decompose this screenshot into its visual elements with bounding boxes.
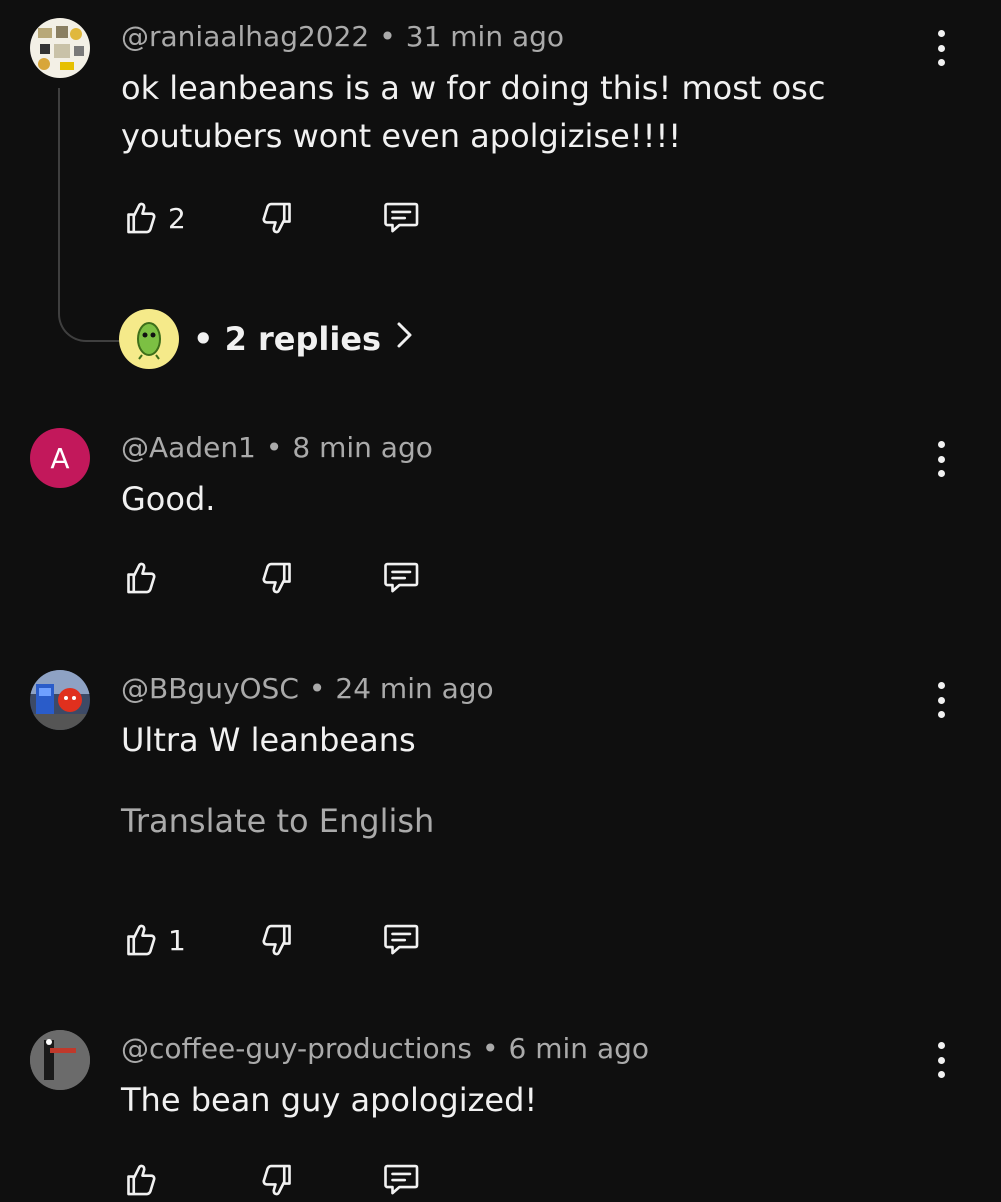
comment-text-line: Good. (121, 480, 216, 518)
comment-actions: 1 (118, 918, 438, 962)
comment-meta: @BBguyOSC • 24 min ago (121, 672, 494, 705)
author-handle[interactable]: @BBguyOSC (121, 672, 299, 705)
comment-text-line: youtubers wont even apolgizise!!!! (121, 117, 682, 155)
dislike-button[interactable] (258, 196, 300, 240)
comment-text: The bean guy apologized! (121, 1076, 537, 1124)
comment-text-line: Ultra W leanbeans (121, 721, 416, 759)
replies-count-text: 2 replies (224, 320, 382, 358)
comment-2: A @Aaden1 • 8 min ago Good. (0, 400, 1001, 640)
view-replies-button[interactable]: • 2 replies (119, 309, 415, 369)
thumbs-down-icon (262, 1164, 291, 1196)
thumbs-down-icon (262, 924, 291, 956)
thumbs-up-icon (127, 924, 156, 956)
author-handle[interactable]: @coffee-guy-productions (121, 1032, 472, 1065)
letter-avatar[interactable]: A (30, 428, 90, 488)
cartoon-characters-avatar[interactable] (30, 670, 90, 730)
translate-link[interactable]: Translate to English (121, 802, 434, 840)
reply-button[interactable] (382, 196, 424, 240)
more-vertical-icon[interactable] (925, 682, 957, 718)
reply-button[interactable] (382, 1158, 424, 1202)
more-vertical-icon[interactable] (925, 1042, 957, 1078)
comment-icon (384, 1164, 419, 1195)
comment-meta: @raniaalhag2022 • 31 min ago (121, 20, 565, 53)
chevron-right-icon (395, 320, 415, 358)
comment-time: 31 min ago (405, 20, 565, 53)
thumbs-down-icon (262, 202, 291, 234)
reply-button[interactable] (382, 918, 424, 962)
comment-text: ok leanbeans is a w for doing this! most… (121, 64, 825, 160)
comment-icon (384, 562, 419, 593)
thumbs-down-icon (262, 562, 291, 594)
comment-text-line: ok leanbeans is a w for doing this! most… (121, 69, 826, 107)
author-handle[interactable]: @Aaden1 (121, 431, 256, 464)
more-vertical-icon[interactable] (925, 30, 957, 66)
like-count: 1 (168, 923, 186, 957)
dislike-button[interactable] (258, 556, 300, 600)
thumbs-up-icon (127, 562, 156, 594)
comment-4: @coffee-guy-productions • 6 min ago The be… (0, 1000, 1001, 1200)
like-count: 2 (168, 201, 186, 235)
comment-icon (384, 202, 419, 233)
comment-3: @BBguyOSC • 24 min ago Ultra W leanbeans T… (0, 640, 1001, 1000)
thumbs-up-icon (127, 202, 156, 234)
like-button[interactable]: 1 (118, 918, 186, 962)
collage-avatar[interactable] (30, 18, 90, 78)
comment-actions (118, 556, 438, 600)
coffee-character-avatar[interactable] (30, 1030, 90, 1090)
comment-actions: 2 (118, 196, 438, 240)
comment-time: 24 min ago (335, 672, 494, 705)
comment-actions (118, 1158, 438, 1202)
avatar-letter: A (50, 441, 70, 475)
comment-1: @raniaalhag2022 • 31 min ago ok leanbeans … (0, 0, 1001, 400)
like-button[interactable] (118, 1158, 168, 1202)
comment-meta: @Aaden1 • 8 min ago (121, 431, 433, 464)
dislike-button[interactable] (258, 1158, 300, 1202)
dislike-button[interactable] (258, 918, 300, 962)
like-button[interactable]: 2 (118, 196, 186, 240)
reply-button[interactable] (382, 556, 424, 600)
like-button[interactable] (118, 556, 168, 600)
thumbs-up-icon (127, 1164, 156, 1196)
comment-text: Good. (121, 475, 215, 523)
comment-text: Ultra W leanbeans (121, 716, 416, 764)
replies-label: • 2 replies (193, 320, 382, 358)
comment-time: 8 min ago (292, 431, 433, 464)
green-bean-avatar (119, 309, 179, 369)
more-vertical-icon[interactable] (925, 441, 957, 477)
thread-connector (58, 88, 120, 342)
author-handle[interactable]: @raniaalhag2022 (121, 20, 369, 53)
comment-time: 6 min ago (508, 1032, 650, 1065)
comment-meta: @coffee-guy-productions • 6 min ago (121, 1032, 650, 1065)
comment-text-line: The bean guy apologized! (121, 1081, 538, 1119)
comment-icon (384, 924, 419, 955)
